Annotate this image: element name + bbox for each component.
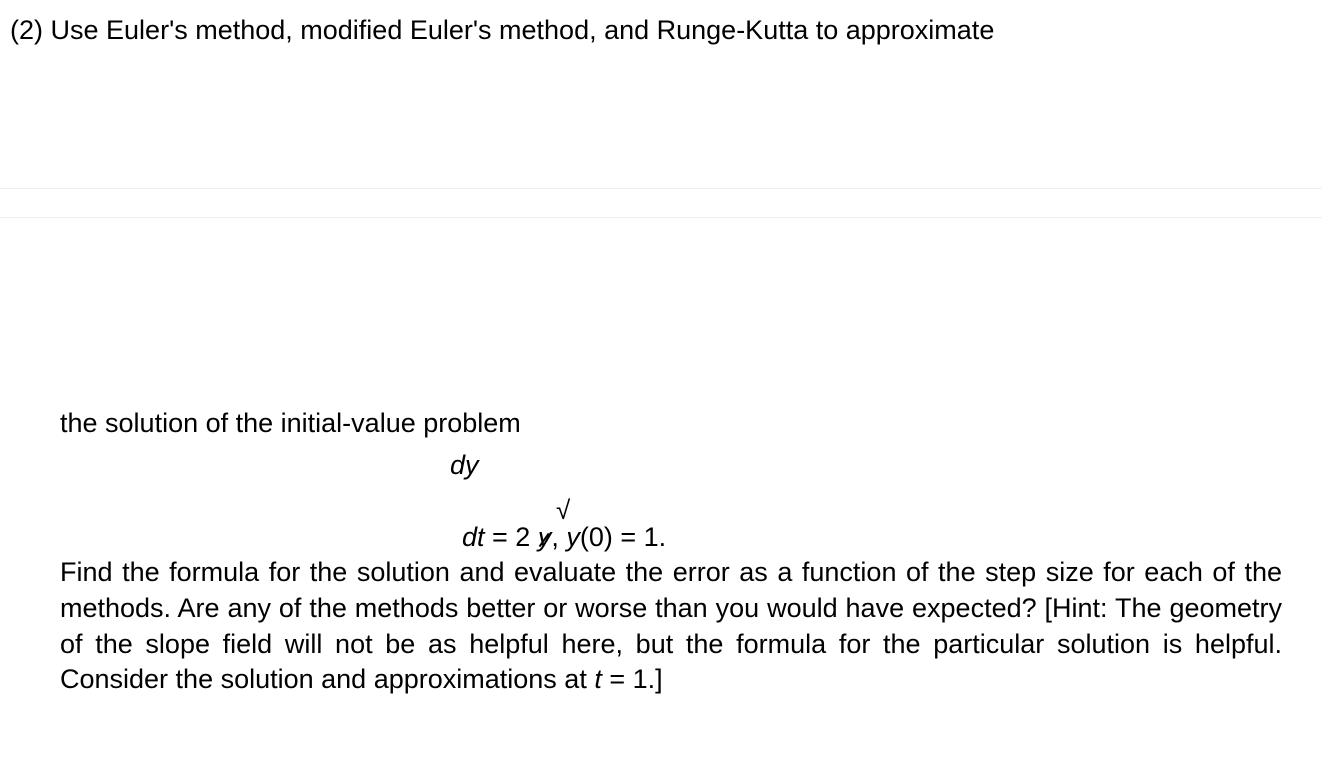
problem-body-text: Find the formula for the solution and ev…	[60, 555, 1282, 698]
body-part-1: Find the formula for the solution and ev…	[60, 557, 1282, 694]
equation-comma: ,	[551, 522, 566, 552]
equation-dt-row: dt = 2 y, y(0) = 1.	[462, 519, 666, 555]
body-variable-t: t	[594, 664, 602, 694]
problem-number: (2)	[10, 15, 43, 45]
intro-text: the solution of the initial-value proble…	[60, 405, 1282, 441]
problem-prompt: Use Euler's method, modified Euler's met…	[51, 15, 995, 45]
equation-eq: = 2	[485, 522, 538, 552]
equation-ic: (0) = 1.	[580, 522, 666, 552]
equation-dy: dy	[450, 447, 479, 483]
problem-body: the solution of the initial-value proble…	[60, 405, 1282, 698]
equation-dt: dt	[462, 522, 485, 552]
equation: dy √ dt = 2 y, y(0) = 1.	[60, 447, 1282, 547]
body-part-2: = 1.]	[602, 664, 663, 694]
equation-y-struck: y	[538, 519, 552, 555]
problem-header: (2) Use Euler's method, modified Euler's…	[0, 0, 1322, 48]
page-divider	[0, 188, 1322, 218]
equation-y0: y	[566, 522, 580, 552]
